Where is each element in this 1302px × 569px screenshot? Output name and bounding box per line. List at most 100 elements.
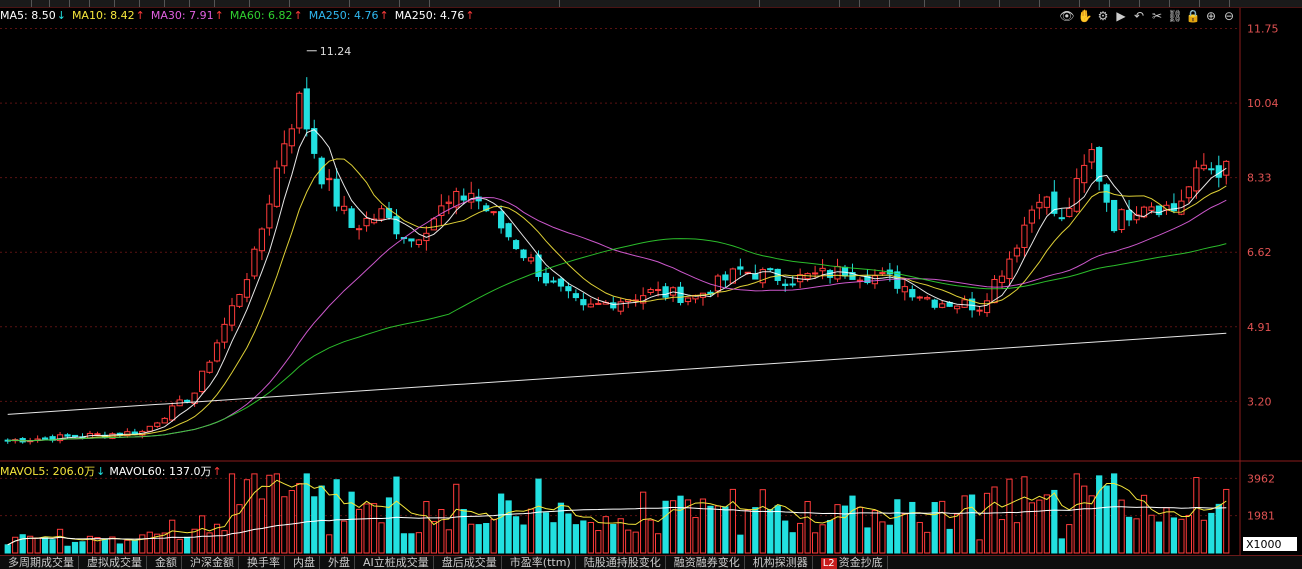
tab-label: 外盘 [328,556,350,569]
vol-legend-item-0: MAVOL5: 206.0万↓ [0,465,105,478]
tab-6[interactable]: 外盘 [320,556,355,569]
candle-down [303,88,310,130]
tab-label: 换手率 [247,556,280,569]
candle-up [1088,149,1095,163]
kline-chart[interactable]: 11.75 10.04 8.33 6.62 4.91 3.20 3962 1981 X1000 1… [0,0,1302,568]
candle-up [415,239,423,246]
volume-bar-up [236,504,243,554]
volume-bar-up [56,528,64,554]
volume-bar-up [1043,494,1050,554]
candle-down [789,283,796,286]
volume-bar-down [505,500,512,554]
candle-down [752,273,759,280]
tab-7[interactable]: AI立桩成交量 [355,556,434,569]
candle-up [288,128,295,147]
volume-bar-up [12,536,19,554]
candle-up [916,296,923,299]
volume-bar-up [924,531,931,554]
candle-down [71,434,79,438]
candle-down [909,289,916,298]
candle-down [460,195,467,201]
volume-bar-up [415,532,423,554]
volume-bar-down [580,520,587,554]
candle-down [580,299,587,306]
volume-bar-down [968,494,976,554]
volume-bar-up [251,473,258,554]
tab-3[interactable]: 沪深金额 [182,556,239,569]
tab-label: 沪深金额 [190,556,234,569]
volume-bar-down [1058,538,1065,554]
volume-bar-up [527,508,535,554]
volume-bar-down [789,532,796,554]
volume-bar-down [333,479,340,554]
volume-bar-up [1185,514,1193,554]
volume-bar-down [41,537,49,554]
volume-bar-down [393,476,400,554]
candle-up [976,309,983,312]
volume-bar-up [954,513,961,554]
candle-up [1073,178,1080,212]
volume-bar-up [856,506,864,554]
volume-bar-down [752,507,759,554]
volume-bar-down [318,485,325,554]
volume-bar-up [587,521,594,554]
volume-bar-up [1066,524,1073,554]
candle-up [206,361,213,373]
candle-down [1208,168,1215,171]
volume-bar-down [894,499,901,554]
volume-bar-up [714,505,722,554]
volume-bar-down [677,495,684,554]
candle-up [355,228,363,231]
volume-bar-down [722,506,729,554]
tab-1[interactable]: 虚拟成交量 [79,556,147,569]
volume-bar-down [131,540,138,554]
volume-bar-up [654,533,662,554]
tab-label: 市盈率(ttm) [509,556,571,569]
volume-bar-down [4,544,11,554]
volume-bar-up [228,473,236,554]
volume-bar-up [34,537,41,554]
vol-legend-item-1: MAVOL60: 137.0万↑ [109,465,221,478]
volume-bar-down [550,522,557,554]
candle-down [64,434,71,437]
volume-bar-up [811,532,819,554]
tab-10[interactable]: 陆股通持股变化 [576,556,666,569]
tab-13[interactable]: L2 资金抄底 [813,556,888,569]
volume-unit-label: X1000 [1246,538,1282,551]
volume-bar-up [438,509,445,554]
volume-bar-down [1103,485,1110,554]
volume-legend: MAVOL5: 206.0万↓ MAVOL60: 137.0万↑ [0,463,226,479]
tab-4[interactable]: 换手率 [239,556,285,569]
volume-bar-up [1163,507,1170,554]
candle-down [677,286,684,303]
tab-8[interactable]: 盘后成交量 [434,556,502,569]
volume-bar-up [124,539,131,554]
tab-2[interactable]: 金额 [147,556,182,569]
tab-11[interactable]: 融资融券变化 [666,556,745,569]
volume-bar-up [198,515,206,554]
tab-label: 陆股通持股变化 [583,556,661,569]
volume-bar-up [423,501,430,554]
arrow-up-icon: ↑ [212,465,222,478]
tab-0[interactable]: 多周期成交量 [0,556,79,569]
volume-bar-up [961,495,968,554]
volume-bar-down [662,500,669,554]
tab-5[interactable]: 内盘 [285,556,320,569]
indicator-tabs: 多周期成交量 虚拟成交量 金额 沪深金额 换手率 内盘 外盘 AI立桩成交量 盘后成交量 市盈率(… [0,555,1302,569]
vol-legend-item-label: MAVOL5: 206.0万 [0,465,96,478]
volume-bar-down [1111,473,1118,554]
volume-bar-up [1013,522,1021,554]
volume-bar-up [1148,514,1155,554]
candle-up [363,217,370,227]
volume-bar-up [1088,495,1095,554]
volume-bar-up [341,520,348,554]
tab-12[interactable]: 机构探测器 [745,556,813,569]
candle-up [161,417,168,424]
candle-up [430,218,437,231]
volume-bar-up [1223,488,1230,554]
candle-up [1021,224,1028,248]
tab-9[interactable]: 市盈率(ttm) [502,556,576,569]
volume-bar-down [849,495,856,554]
volume-bar-down [64,545,71,554]
volume-bar-up [176,538,183,554]
